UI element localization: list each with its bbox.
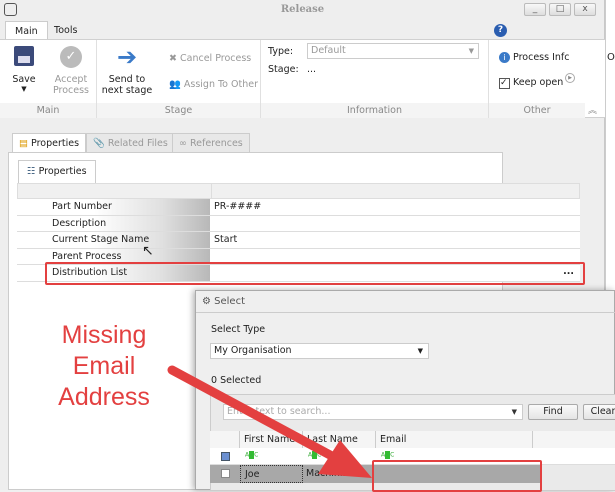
- annotation-arrow: [167, 365, 372, 478]
- arrow-shaft: [167, 365, 335, 460]
- arrow-head: [318, 440, 372, 478]
